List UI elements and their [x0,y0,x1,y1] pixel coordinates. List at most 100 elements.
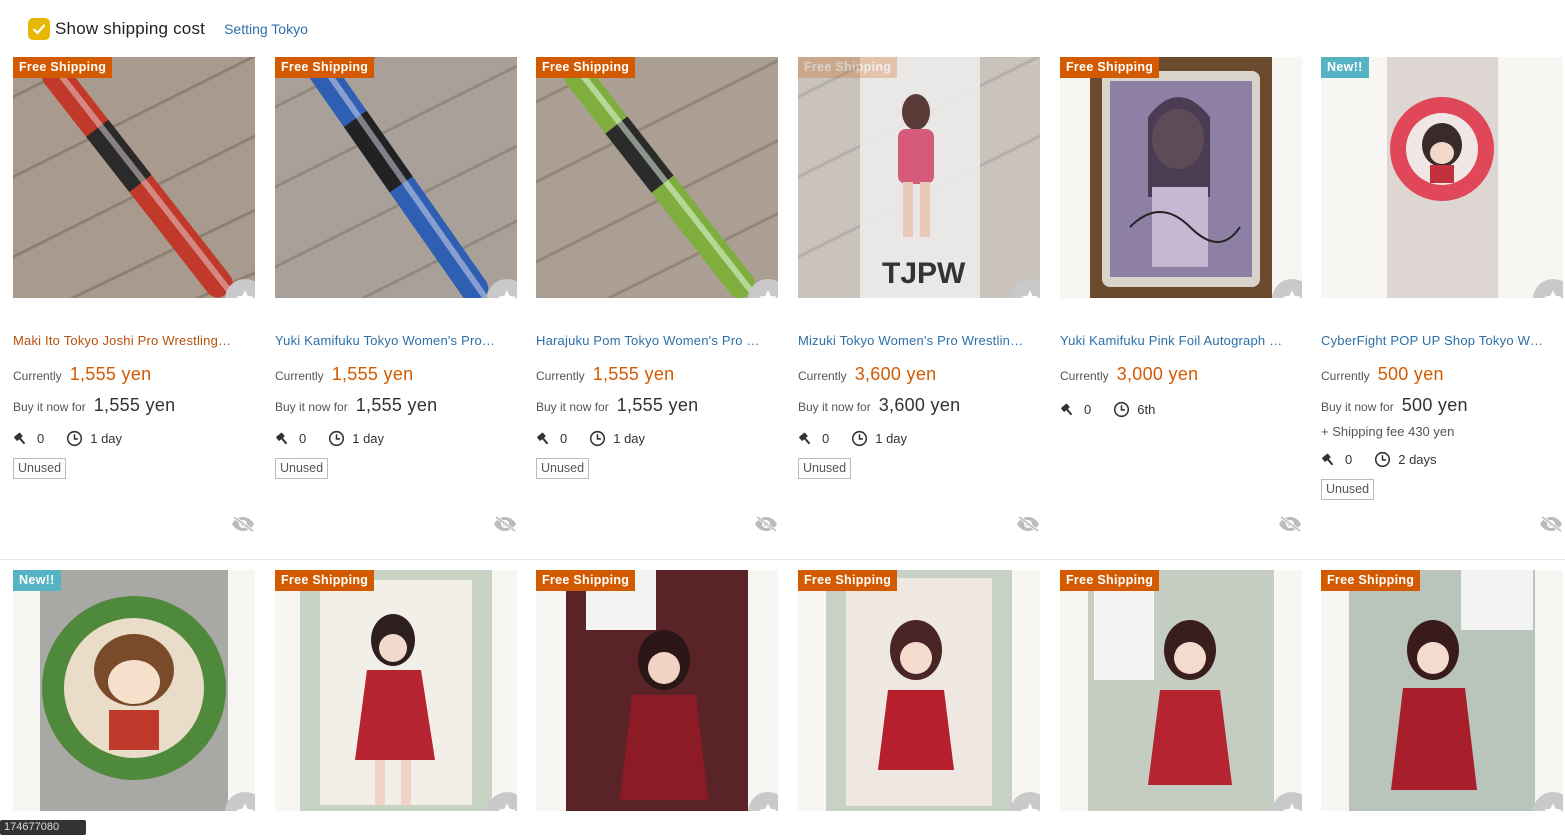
product-row: New!! Free Shipping Free Shipping Free S… [0,559,1565,840]
condition-tag: Unused [275,458,329,479]
product-image [1060,57,1302,298]
product-thumbnail[interactable]: Free Shipping [275,570,517,811]
gavel-icon [799,432,811,445]
auction-meta: 0 1 day [13,430,255,447]
buy-now-label: Buy it now for [275,400,348,414]
current-price-value: 3,600 yen [854,364,937,384]
show-shipping-label[interactable]: Show shipping cost [55,19,205,39]
clock-icon [1375,451,1391,468]
auction-meta: 0 6th [1060,401,1302,418]
clock-icon [67,430,83,447]
condition-tag: Unused [1321,479,1375,500]
item-id-tooltip: 174677080 [0,820,86,835]
buy-now-price: Buy it now for 1,555 yen [275,395,517,416]
hide-item-icon[interactable] [1015,515,1041,533]
current-price: Currently 1,555 yen [536,364,778,385]
new-item-badge: New!! [1321,57,1369,78]
product-thumbnail[interactable]: Free Shipping [798,570,1040,811]
current-price-label: Currently [536,369,585,383]
product-card[interactable]: New!! [13,570,255,811]
star-icon [1021,803,1039,811]
shipping-toggle-bar: Show shipping cost Setting Tokyo [28,16,308,42]
product-title[interactable]: Mizuki Tokyo Women's Pro Wrestlin… [798,333,1040,349]
product-thumbnail[interactable]: Free Shipping [536,57,778,298]
product-image [536,570,778,811]
product-title[interactable]: Maki Ito Tokyo Joshi Pro Wrestling… [13,333,255,349]
product-thumbnail[interactable]: TJPW Free Shipping [798,57,1040,298]
product-thumbnail[interactable]: Free Shipping [1060,57,1302,298]
product-thumbnail[interactable]: New!! [13,570,255,811]
current-price-value: 1,555 yen [69,364,152,384]
product-thumbnail[interactable]: Free Shipping [275,57,517,298]
clock-icon [590,430,606,447]
show-shipping-checkbox[interactable] [28,18,50,40]
buy-now-label: Buy it now for [798,400,871,414]
product-thumbnail[interactable]: New!! [1321,57,1563,298]
condition-tag: Unused [536,458,590,479]
product-image [798,570,1040,811]
product-card[interactable]: Free Shipping Maki Ito Tokyo Joshi Pro W… [13,57,255,533]
product-card[interactable]: New!! CyberFight POP UP Shop Tokyo W… Cu… [1321,57,1563,533]
product-card[interactable]: Free Shipping [1060,570,1302,811]
clock-icon [329,430,345,447]
product-card[interactable]: Free Shipping [536,570,778,811]
hide-item-icon[interactable] [1538,515,1564,533]
buy-now-price: Buy it now for 3,600 yen [798,395,1040,416]
product-card[interactable]: Free Shipping Yuki Kamifuku Pink Foil Au… [1060,57,1302,533]
product-card[interactable]: Free Shipping [1321,570,1563,811]
bid-count: 0 [560,431,568,446]
hide-item-icon[interactable] [230,515,256,533]
hide-item-icon[interactable] [753,515,779,533]
time-remaining: 6th [1137,402,1156,417]
product-thumbnail[interactable]: Free Shipping [1060,570,1302,811]
free-shipping-badge: Free Shipping [536,570,636,591]
clock-icon [1114,401,1130,418]
buy-now-value: 1,555 yen [93,395,176,415]
product-title[interactable]: Yuki Kamifuku Pink Foil Autograph … [1060,333,1302,349]
product-title[interactable]: Harajuku Pom Tokyo Women's Pro … [536,333,778,349]
current-price-label: Currently [1060,369,1109,383]
gavel-icon [1322,453,1334,466]
product-thumbnail[interactable]: Free Shipping [13,57,255,298]
product-image: TJPW [798,57,1040,298]
product-thumbnail[interactable]: Free Shipping [1321,570,1563,811]
time-remaining: 1 day [613,431,646,446]
buy-now-value: 500 yen [1401,395,1468,415]
product-card[interactable]: Free Shipping Yuki Kamifuku Tokyo Women'… [275,57,517,533]
hide-item-icon[interactable] [1277,515,1303,533]
current-price: Currently 3,600 yen [798,364,1040,385]
star-icon [236,290,254,298]
star-icon [498,290,516,298]
hide-item-icon[interactable] [492,515,518,533]
free-shipping-badge: Free Shipping [1060,570,1160,591]
product-card[interactable]: TJPW Free Shipping Mizuki Tokyo Women's … [798,57,1040,533]
condition-tag: Unused [798,458,852,479]
checkmark-icon [32,24,46,35]
time-remaining: 1 day [875,431,908,446]
buy-now-price: Buy it now for 1,555 yen [13,395,255,416]
condition-tag: Unused [13,458,67,479]
current-price-label: Currently [1321,369,1370,383]
product-title[interactable]: CyberFight POP UP Shop Tokyo W… [1321,333,1563,349]
buy-now-price: Buy it now for 1,555 yen [536,395,778,416]
product-card[interactable]: Free Shipping Harajuku Pom Tokyo Women's… [536,57,778,533]
star-icon [498,803,516,811]
product-card[interactable]: Free Shipping [798,570,1040,811]
product-image [13,570,255,811]
buy-now-label: Buy it now for [536,400,609,414]
shipping-location-setting-link[interactable]: Setting Tokyo [224,21,308,37]
product-thumbnail[interactable]: Free Shipping [536,570,778,811]
buy-now-value: 1,555 yen [616,395,699,415]
time-remaining: 2 days [1398,452,1437,467]
product-title[interactable]: Yuki Kamifuku Tokyo Women's Pro… [275,333,517,349]
product-image [275,57,517,298]
product-card[interactable]: Free Shipping [275,570,517,811]
bid-count: 0 [37,431,45,446]
new-item-badge: New!! [13,570,61,591]
buy-now-value: 3,600 yen [878,395,961,415]
free-shipping-badge: Free Shipping [13,57,113,78]
free-shipping-badge: Free Shipping [1060,57,1160,78]
buy-now-label: Buy it now for [13,400,86,414]
gavel-icon [1061,403,1073,416]
star-icon [1544,803,1562,811]
